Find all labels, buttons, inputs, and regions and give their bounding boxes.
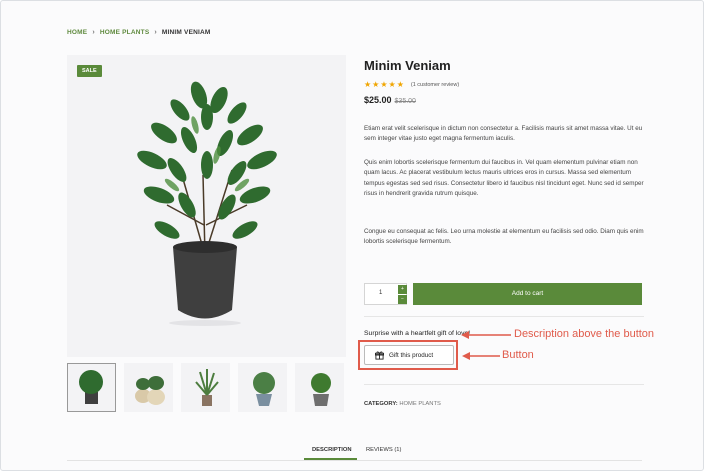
breadcrumb-home[interactable]: HOME: [67, 29, 87, 36]
gift-description: Surprise with a heartfelt gift of love!: [364, 330, 471, 337]
thumbnail-plant-image: [135, 376, 165, 405]
price-current: $25.00: [364, 95, 392, 105]
category-label: CATEGORY:: [364, 401, 398, 407]
gift-button-label: Gift this product: [389, 351, 434, 359]
product-main-image[interactable]: SALE: [67, 55, 346, 357]
thumbnail-plant-image: [253, 372, 275, 406]
tab-reviews[interactable]: REVIEWS (1): [366, 447, 401, 453]
thumbnail-3[interactable]: [181, 363, 230, 412]
product-category: CATEGORY: HOME PLANTS: [364, 401, 441, 407]
product-description-paragraph: Congue eu consequat ac felis. Leo urna m…: [364, 228, 644, 246]
active-tab-indicator: [304, 458, 357, 460]
product-price: $25.00 $35.00: [364, 95, 416, 105]
tab-description[interactable]: DESCRIPTION: [312, 447, 352, 453]
arrow-left-icon: [461, 331, 511, 339]
gift-icon: [375, 350, 384, 360]
quantity-decrease-button[interactable]: −: [398, 295, 407, 304]
tabs-divider: [67, 460, 642, 461]
thumbnail-plant-image: [79, 370, 103, 404]
gift-product-button[interactable]: Gift this product: [364, 345, 454, 365]
annotation-description-label: Description above the button: [514, 328, 655, 340]
divider: [364, 316, 644, 317]
quantity-value[interactable]: 1: [379, 290, 382, 296]
thumbnail-strip: [67, 363, 344, 412]
product-title: Minim Veniam: [364, 58, 451, 73]
thumbnail-4[interactable]: [238, 363, 287, 412]
thumbnail-plant-image: [311, 373, 331, 406]
thumbnail-plant-image: [195, 369, 219, 406]
quantity-increase-button[interactable]: +: [398, 285, 407, 294]
thumbnail-5[interactable]: [295, 363, 344, 412]
star-rating-icon: ★★★★★: [364, 80, 405, 89]
product-description-paragraph: Quis enim lobortis scelerisque fermentum…: [364, 159, 644, 197]
arrow-left-icon: [462, 352, 500, 360]
review-count-link[interactable]: (1 customer review): [411, 82, 459, 88]
add-to-cart-button[interactable]: Add to cart: [413, 283, 642, 305]
price-old: $35.00: [394, 98, 416, 105]
breadcrumb-separator: ›: [154, 29, 157, 36]
thumbnail-1[interactable]: [67, 363, 116, 412]
breadcrumb-current: MINIM VENIAM: [161, 29, 211, 36]
breadcrumb: HOME › HOME PLANTS › MINIM VENIAM: [67, 29, 211, 36]
quantity-stepper[interactable]: 1 + −: [364, 283, 407, 305]
divider: [364, 384, 644, 385]
category-link[interactable]: HOME PLANTS: [399, 401, 441, 407]
product-description-paragraph: Etiam erat velit scelerisque in dictum n…: [364, 125, 643, 143]
annotation-button-label: Button: [502, 349, 534, 361]
breadcrumb-category[interactable]: HOME PLANTS: [100, 29, 150, 36]
breadcrumb-separator: ›: [92, 29, 95, 36]
plant-illustration: [137, 81, 277, 326]
thumbnail-2[interactable]: [124, 363, 173, 412]
product-rating: ★★★★★ (1 customer review): [364, 80, 459, 89]
